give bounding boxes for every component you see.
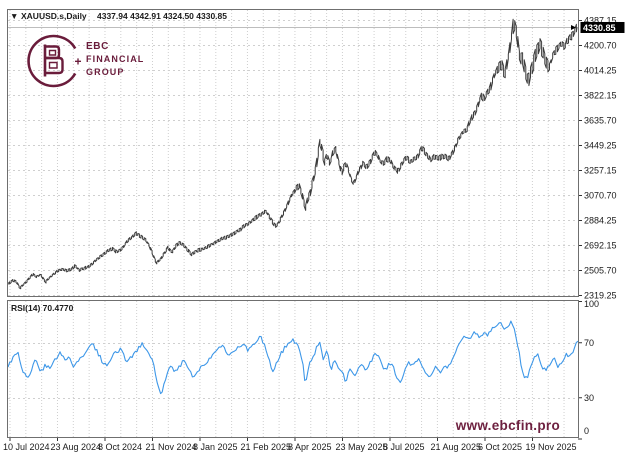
price-plot-area[interactable] xyxy=(8,10,578,296)
rsi-plot-area[interactable] xyxy=(8,301,578,437)
chart-window: 4387.154200.704014.253822.153635.703449.… xyxy=(0,0,625,465)
trading-chart: 4387.154200.704014.253822.153635.703449.… xyxy=(0,0,625,465)
price-scale-area[interactable] xyxy=(579,10,625,437)
time-scale-area[interactable] xyxy=(8,438,578,454)
